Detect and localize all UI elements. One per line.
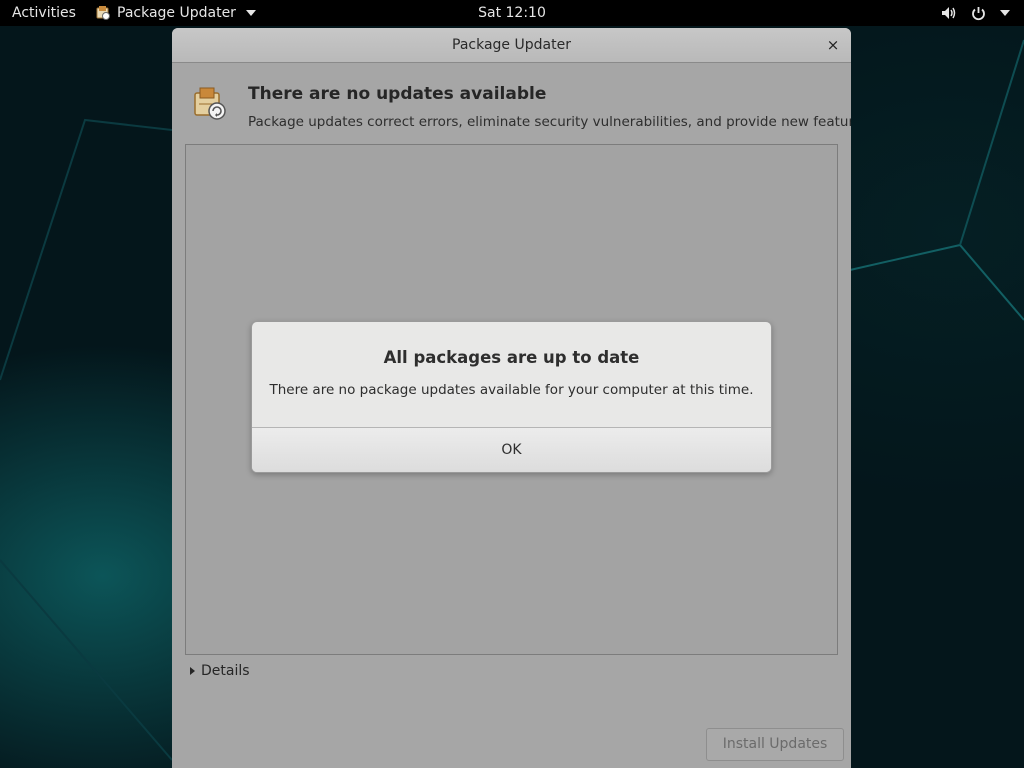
up-to-date-dialog: All packages are up to date There are no… — [251, 321, 772, 473]
chevron-right-icon — [190, 667, 195, 675]
status-heading: There are no updates available — [248, 84, 547, 104]
system-menu[interactable] — [941, 0, 1010, 26]
volume-icon — [942, 7, 956, 19]
close-icon[interactable]: × — [825, 37, 841, 53]
activities-label: Activities — [12, 5, 76, 21]
package-updater-icon — [194, 87, 226, 120]
install-updates-button[interactable]: Install Updates — [706, 728, 844, 761]
power-icon — [972, 6, 985, 20]
chevron-down-icon — [1000, 10, 1010, 16]
ok-button[interactable]: OK — [252, 427, 771, 472]
dialog-message: There are no package updates available f… — [269, 382, 754, 398]
window-titlebar[interactable]: Package Updater × — [172, 28, 851, 63]
window-title: Package Updater — [452, 37, 571, 53]
package-updater-app-icon — [96, 6, 110, 20]
details-expander[interactable]: Details — [190, 663, 250, 679]
dialog-title: All packages are up to date — [383, 348, 640, 367]
app-menu-label: Package Updater — [117, 5, 236, 21]
top-bar: Activities Package Updater Sat 12:10 — [0, 0, 1024, 26]
chevron-down-icon — [245, 10, 256, 16]
details-label: Details — [201, 663, 250, 679]
activities-button[interactable]: Activities — [12, 0, 76, 26]
app-menu-button[interactable]: Package Updater — [95, 0, 256, 26]
clock-label[interactable]: Sat 12:10 — [478, 5, 546, 21]
status-description: Package updates correct errors, eliminat… — [248, 114, 851, 130]
